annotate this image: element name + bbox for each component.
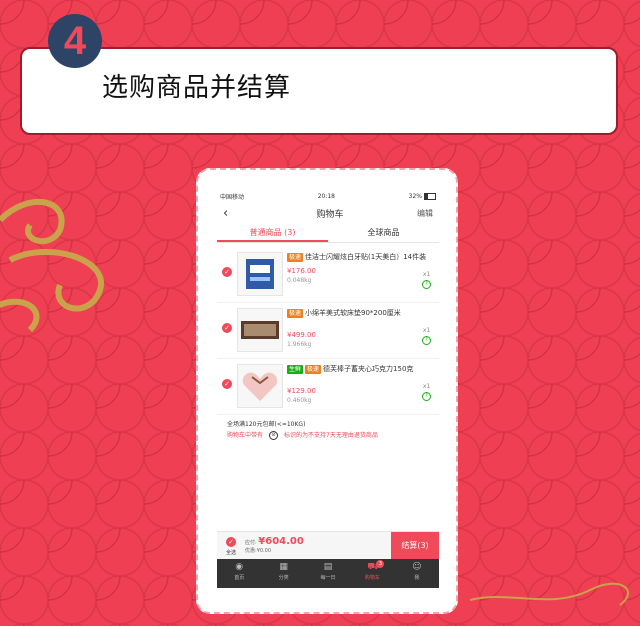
battery-icon: [424, 192, 436, 200]
product-weight: 1.966kg: [287, 341, 312, 348]
tab-global-goods[interactable]: 全球商品: [328, 224, 439, 242]
tab-daily[interactable]: ▤ 每一日: [306, 559, 350, 588]
product-price: ¥499.00: [287, 331, 316, 339]
nav-bar: ‹ 购物车 编辑: [217, 202, 439, 224]
quantity: x1?: [422, 383, 431, 401]
cart-item: ✓ 极速 佳洁士闪耀炫白牙贴(1天美白）14件装 ¥176.00 0.048kg …: [217, 247, 439, 303]
title-box: 选购商品并结算: [20, 47, 618, 135]
totals: 应付: ¥604.00 优惠:¥0.00: [245, 535, 304, 554]
step-number-badge: 4: [48, 14, 102, 68]
express-tag: 极速: [287, 309, 304, 318]
free-shipping-text: 全场满120元包邮(<=10KG): [227, 421, 306, 428]
grid-icon: ▦: [279, 562, 288, 572]
product-price: ¥176.00: [287, 267, 316, 275]
product-weight: 0.460kg: [287, 397, 312, 404]
page-title: 购物车: [316, 209, 344, 220]
discount-amount: ¥0.00: [256, 547, 272, 554]
info-icon[interactable]: ?: [422, 280, 431, 289]
tab-cart[interactable]: ⛟ 3 购物车: [350, 559, 394, 588]
product-name[interactable]: 德芙棒子蓄夹心巧克力150克: [323, 365, 413, 373]
eye-icon: ◉: [235, 562, 244, 572]
chevron-left-icon[interactable]: ‹: [223, 206, 243, 221]
edit-button[interactable]: 编辑: [417, 208, 433, 219]
calendar-icon: ▤: [323, 562, 333, 572]
cart-badge: 3: [376, 560, 385, 568]
user-icon: ☺: [412, 562, 422, 572]
cart-item: ✓ 极速 小绵羊美式软床垫90*200厘米 ¥499.00 1.966kg x1?: [217, 303, 439, 359]
promo-notice: 全场满120元包邮(<=10KG) 购物车中带有 ⊘ 标识的为不支持7天无理由退…: [217, 415, 439, 445]
info-icon[interactable]: ?: [422, 336, 431, 345]
tab-bar: 普通商品 (3) 全球商品: [217, 224, 439, 243]
checkout-bar: ✓ 全选 应付: ¥604.00 优惠:¥0.00 结算(3): [217, 531, 439, 560]
product-image[interactable]: [237, 364, 283, 408]
product-name[interactable]: 佳洁士闪耀炫白牙贴(1天美白）14件装: [305, 253, 426, 261]
cart-item: ✓ 生鲜 极速 德芙棒子蓄夹心巧克力150克 ¥129.00 0.460kg x1?: [217, 359, 439, 415]
return-policy-link[interactable]: 标识的为不支持7天无理由退货商品: [284, 430, 378, 441]
product-image[interactable]: [237, 308, 283, 352]
fresh-tag: 生鲜: [287, 365, 304, 374]
bottom-tab-bar: ◉ 首页 ▦ 分类 ▤ 每一日 ⛟ 3 购物车 ☺ 我: [217, 559, 439, 588]
item-checkbox[interactable]: ✓: [222, 379, 232, 389]
item-checkbox[interactable]: ✓: [222, 267, 232, 277]
tab-home[interactable]: ◉ 首页: [217, 559, 261, 588]
info-icon[interactable]: ?: [422, 392, 431, 401]
tab-category[interactable]: ▦ 分类: [261, 559, 305, 588]
status-bar: 中国移动 20:18 32%: [217, 190, 439, 202]
product-image[interactable]: [237, 252, 283, 296]
settle-button[interactable]: 结算(3): [391, 532, 439, 560]
promo-link[interactable]: 购物车中带有: [227, 430, 263, 441]
cloud-decoration-icon: [0, 199, 105, 333]
product-weight: 0.048kg: [287, 277, 312, 284]
no-return-icon: ⊘: [269, 431, 279, 440]
product-name[interactable]: 小绵羊美式软床垫90*200厘米: [305, 309, 401, 317]
item-checkbox[interactable]: ✓: [222, 323, 232, 333]
battery-percent: 32%: [408, 192, 422, 200]
select-all-checkbox[interactable]: ✓: [226, 536, 236, 547]
clock: 20:18: [317, 192, 335, 200]
express-tag: 极速: [305, 365, 322, 374]
quantity: x1?: [422, 327, 431, 345]
tab-me[interactable]: ☺ 我: [395, 559, 439, 588]
total-amount: ¥604.00: [258, 535, 304, 547]
cart-list: ✓ 极速 佳洁士闪耀炫白牙贴(1天美白）14件装 ¥176.00 0.048kg …: [217, 243, 439, 415]
express-tag: 极速: [287, 253, 304, 262]
quantity: x1?: [422, 271, 431, 289]
carrier: 中国移动: [220, 193, 245, 201]
tab-regular-goods[interactable]: 普通商品 (3): [217, 224, 328, 242]
phone-screenshot: 中国移动 20:18 32% ‹ 购物车 编辑 普通商品 (3) 全球商品 ✓ …: [217, 190, 439, 588]
product-price: ¥129.00: [287, 387, 316, 395]
select-all[interactable]: ✓ 全选: [217, 536, 245, 556]
step-title: 选购商品并结算: [102, 73, 292, 103]
swirl-decoration-icon: [470, 582, 629, 606]
